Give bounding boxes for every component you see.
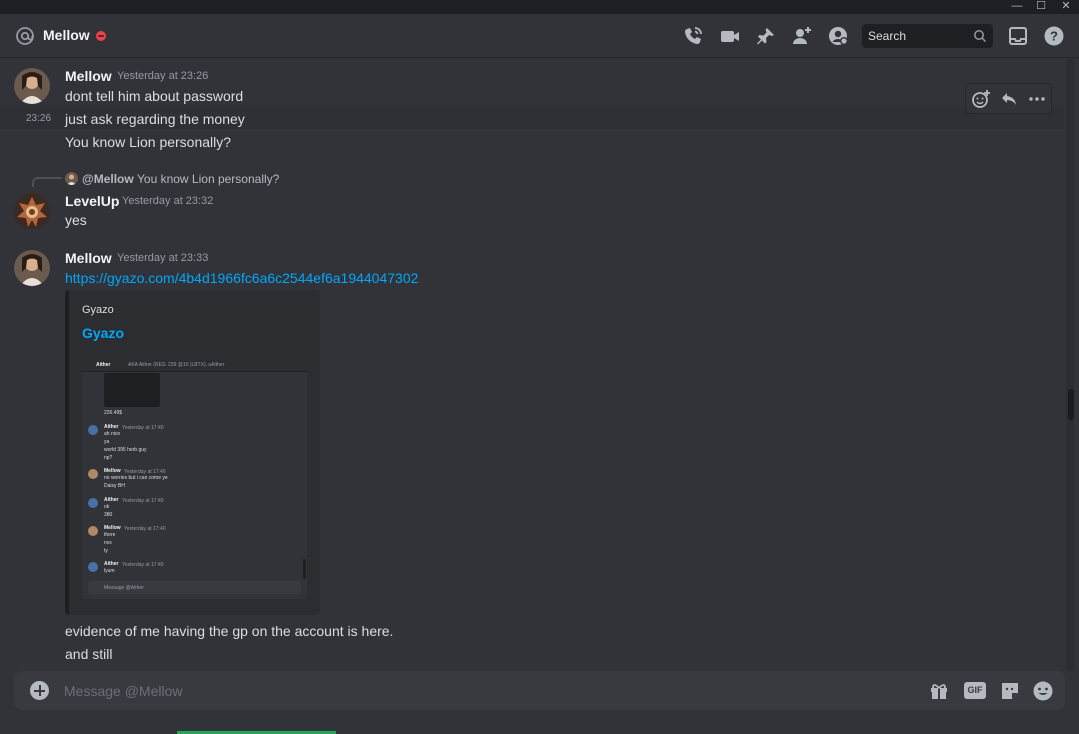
help-icon[interactable]: ? <box>1043 25 1065 47</box>
preview-line: ya <box>104 439 110 445</box>
message-hover-toolbar <box>965 83 1052 114</box>
avatar[interactable] <box>14 68 50 104</box>
message-line: and still <box>65 646 113 662</box>
message-line: yes <box>65 212 87 228</box>
preview-avatar <box>88 469 98 479</box>
reply-avatar <box>65 172 78 185</box>
search-input[interactable]: Search <box>862 24 993 48</box>
message-timestamp: Yesterday at 23:33 <box>117 252 209 264</box>
preview-card <box>104 373 160 407</box>
preview-line: ok <box>104 504 110 510</box>
message-composer: Message @Mellow GIF <box>14 671 1065 710</box>
preview-line: nvs <box>104 540 112 546</box>
message-author[interactable]: Mellow <box>65 68 112 84</box>
preview-header: Aither AKA Aither (RES: 239 @10 (LBTX), … <box>82 359 307 372</box>
preview-author: Mellow <box>104 468 121 474</box>
preview-line: there <box>104 532 116 538</box>
close-button[interactable]: ✕ <box>1053 0 1079 14</box>
message-timestamp: Yesterday at 23:26 <box>117 70 209 82</box>
preview-author: Aither <box>104 424 119 430</box>
preview-line: no worries but i can come ye <box>104 475 168 481</box>
preview-header-name: Aither <box>96 362 111 368</box>
avatar[interactable] <box>14 193 50 229</box>
gif-button[interactable]: GIF <box>964 682 986 699</box>
message-line: just ask regarding the money <box>65 111 245 127</box>
preview-line: ty <box>104 548 108 554</box>
preview-avatar <box>88 498 98 508</box>
preview-message-input: Message @Aither <box>88 581 301 594</box>
sticker-icon[interactable] <box>999 680 1021 702</box>
search-icon <box>973 29 987 43</box>
gift-icon[interactable] <box>928 680 950 702</box>
profile-icon[interactable] <box>827 25 849 47</box>
preview-line: lyum <box>104 568 115 574</box>
message-list: Mellow Yesterday at 23:26 dont tell him … <box>0 59 1079 671</box>
at-icon <box>15 26 35 46</box>
preview-line: 380 <box>104 512 113 518</box>
reply-icon[interactable] <box>999 89 1019 109</box>
preview-author: Aither <box>104 497 119 503</box>
search-placeholder: Search <box>868 29 907 43</box>
message-line: You know Lion personally? <box>65 134 232 150</box>
reply-author[interactable]: @Mellow <box>82 172 134 186</box>
pin-icon[interactable] <box>755 25 777 47</box>
page-title: Mellow <box>43 27 90 43</box>
add-reaction-icon[interactable] <box>971 89 991 109</box>
preview-scrollbar <box>303 559 306 579</box>
emoji-icon[interactable] <box>1032 680 1054 702</box>
add-attachment-icon[interactable] <box>30 681 49 700</box>
preview-line: world 395 herb guy <box>104 447 147 453</box>
scrollbar-thumb[interactable] <box>1068 389 1074 420</box>
preview-avatar <box>88 562 98 572</box>
inbox-icon[interactable] <box>1007 25 1029 47</box>
channel-header: Mellow Search ? <box>0 14 1079 58</box>
preview-avatar <box>88 425 98 435</box>
video-icon[interactable] <box>719 25 741 47</box>
embed-title[interactable]: Gyazo <box>82 325 124 341</box>
message-line: evidence of me having the gp on the acco… <box>65 623 394 639</box>
preview-avatar <box>88 526 98 536</box>
preview-time: Yesterday at 17:40 <box>122 498 164 504</box>
preview-amount: 226.49$ <box>104 410 123 416</box>
preview-input-placeholder: Message @Aither <box>104 585 144 591</box>
more-icon[interactable] <box>1027 89 1047 109</box>
preview-time: Yesterday at 17:40 <box>122 425 164 431</box>
preview-time: Yesterday at 17:40 <box>122 562 164 568</box>
link-embed: Gyazo Gyazo Aither AKA Aither (RES: 239 … <box>65 290 320 615</box>
preview-author: Mellow <box>104 525 121 531</box>
message-timestamp: Yesterday at 23:32 <box>122 195 214 207</box>
avatar[interactable] <box>14 250 50 286</box>
window-titlebar: — ☐ ✕ <box>0 0 1079 14</box>
add-friend-icon[interactable] <box>791 25 813 47</box>
reply-connector <box>32 177 62 187</box>
message-author[interactable]: Mellow <box>65 250 112 266</box>
dnd-status-icon <box>96 31 106 41</box>
preview-time: Yesterday at 17:40 <box>124 526 166 532</box>
preview-line: ah nice <box>104 431 121 437</box>
hover-timestamp: 23:26 <box>26 113 52 124</box>
call-icon[interactable] <box>682 25 704 47</box>
minimize-button[interactable]: — <box>1004 0 1030 14</box>
scrollbar-track[interactable] <box>1066 59 1074 671</box>
message-link[interactable]: https://gyazo.com/4b4d1966fc6a6c2544ef6a… <box>65 270 418 286</box>
preview-author: Aither <box>104 561 119 567</box>
preview-line: np? <box>104 455 113 461</box>
preview-line: Daisy BH <box>104 483 125 489</box>
maximize-button[interactable]: ☐ <box>1028 0 1054 14</box>
svg-text:?: ? <box>1050 29 1058 44</box>
message-author[interactable]: LevelUp <box>65 193 119 209</box>
embed-image[interactable]: Aither AKA Aither (RES: 239 @10 (LBTX), … <box>82 359 307 599</box>
message-input[interactable]: Message @Mellow <box>64 683 182 699</box>
reply-preview[interactable]: You know Lion personally? <box>137 172 279 186</box>
preview-header-meta: AKA Aither (RES: 239 @10 (LBTX), uAither <box>128 362 225 368</box>
message-line: dont tell him about password <box>65 88 244 104</box>
embed-provider: Gyazo <box>82 304 114 316</box>
